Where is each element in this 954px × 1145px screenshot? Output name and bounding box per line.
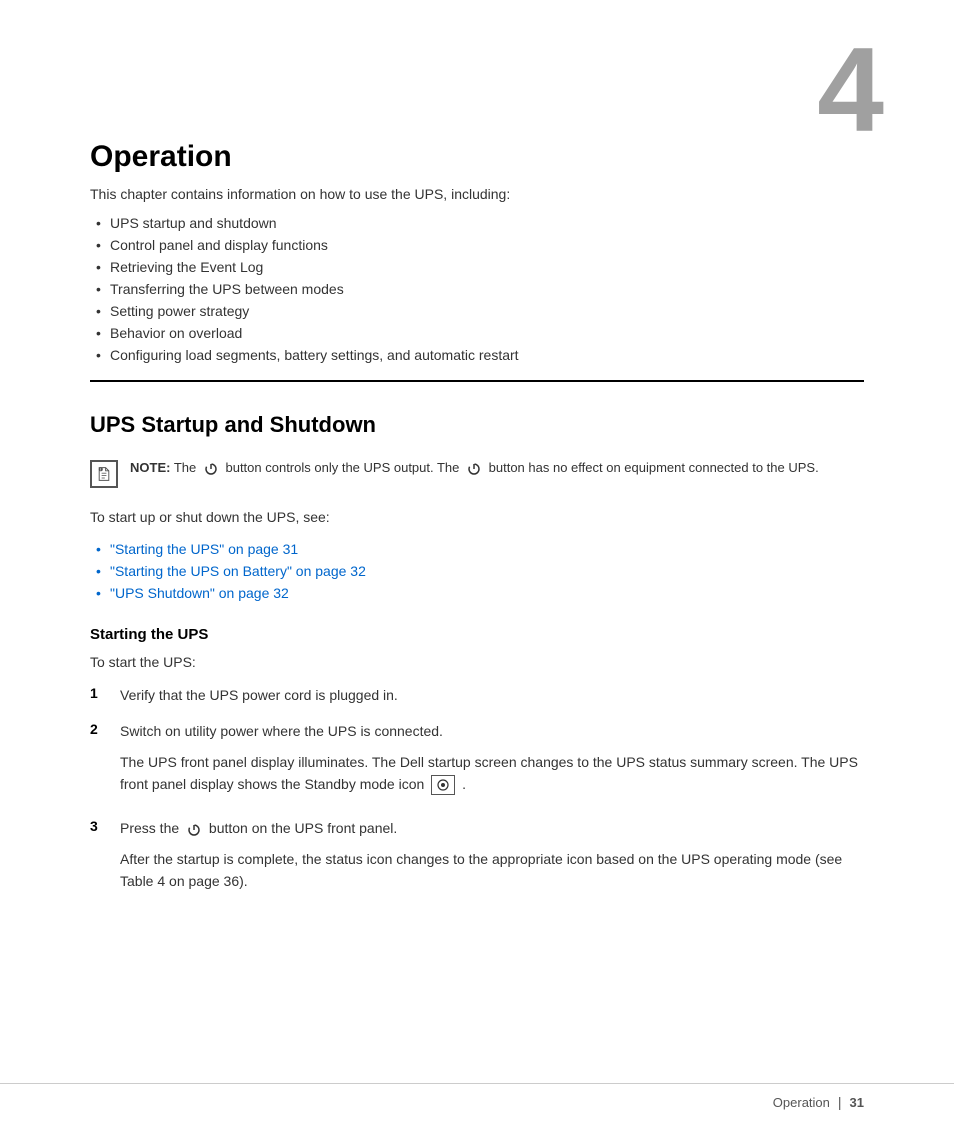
list-item: Transferring the UPS between modes	[90, 278, 864, 300]
subsection-title: Starting the UPS	[90, 626, 864, 643]
section-divider	[90, 380, 864, 382]
chapter-number: 4	[817, 30, 884, 150]
step-2-text: Switch on utility power where the UPS is…	[120, 720, 443, 742]
step-1-text: Verify that the UPS power cord is plugge…	[120, 684, 398, 706]
note-text: NOTE: The button controls only the UPS o…	[130, 458, 819, 478]
list-item: Configuring load segments, battery setti…	[90, 344, 864, 366]
footer: Operation | 31	[0, 1083, 954, 1110]
note-box: i NOTE: The button controls only the UPS…	[90, 458, 864, 488]
step-1-number: 1	[90, 685, 120, 701]
standby-icon	[431, 775, 455, 795]
intro-bullet-list: UPS startup and shutdown Control panel a…	[90, 212, 864, 366]
footer-label: Operation	[773, 1095, 830, 1110]
power-icon-step3	[185, 821, 203, 839]
footer-page: 31	[850, 1095, 864, 1110]
steps-list: 1 Verify that the UPS power cord is plug…	[90, 684, 864, 901]
note-text-part3: button has no effect on equipment connec…	[489, 460, 819, 475]
list-item: Control panel and display functions	[90, 234, 864, 256]
list-item-link[interactable]: "UPS Shutdown" on page 32	[90, 582, 864, 604]
step-3: 3 Press the button on the UPS front pane…	[90, 817, 864, 900]
list-item: UPS startup and shutdown	[90, 212, 864, 234]
power-icon-2	[465, 460, 483, 478]
note-text-part2: button controls only the UPS output. The	[225, 460, 463, 475]
step-2: 2 Switch on utility power where the UPS …	[90, 720, 864, 803]
step-2-subtext: The UPS front panel display illuminates.…	[120, 751, 864, 796]
note-icon: i	[90, 460, 118, 488]
footer-separator: |	[838, 1094, 842, 1110]
step-3-number: 3	[90, 818, 120, 839]
list-item-link[interactable]: "Starting the UPS" on page 31	[90, 538, 864, 560]
page-container: 4 Operation This chapter contains inform…	[0, 0, 954, 1145]
power-icon-1	[202, 460, 220, 478]
step-2-number: 2	[90, 721, 120, 742]
step-1: 1 Verify that the UPS power cord is plug…	[90, 684, 864, 706]
list-item: Behavior on overload	[90, 322, 864, 344]
startup-intro: To start up or shut down the UPS, see:	[90, 506, 864, 528]
list-item-link[interactable]: "Starting the UPS on Battery" on page 32	[90, 560, 864, 582]
list-item: Retrieving the Event Log	[90, 256, 864, 278]
subsection-intro: To start the UPS:	[90, 651, 864, 673]
step-3-subtext: After the startup is complete, the statu…	[120, 848, 864, 893]
step-3-text: Press the button on the UPS front panel.	[120, 817, 397, 839]
note-text-part1: The	[174, 460, 200, 475]
note-label: NOTE:	[130, 460, 170, 475]
svg-text:i: i	[100, 467, 101, 471]
list-item: Setting power strategy	[90, 300, 864, 322]
chapter-title: Operation	[90, 140, 864, 174]
startup-links-list: "Starting the UPS" on page 31 "Starting …	[90, 538, 864, 604]
intro-text: This chapter contains information on how…	[90, 186, 864, 202]
section-startup-title: UPS Startup and Shutdown	[90, 412, 864, 442]
